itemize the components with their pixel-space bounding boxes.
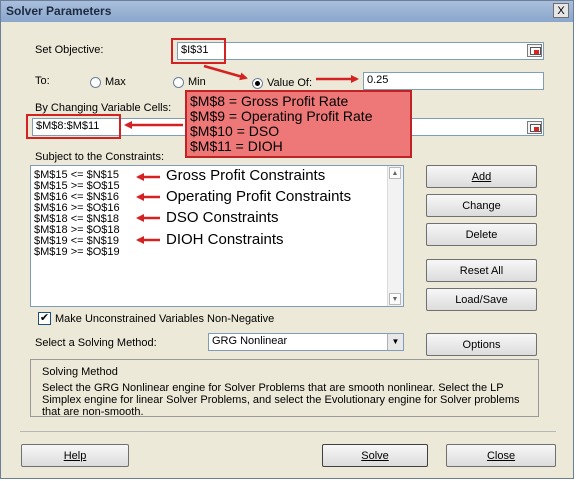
options-button[interactable]: Options	[426, 333, 537, 356]
solving-method-description: Select the GRG Nonlinear engine for Solv…	[42, 382, 520, 418]
max-radio[interactable]	[90, 77, 101, 88]
variables-ref-picker-icon[interactable]	[527, 121, 542, 134]
min-label: Min	[188, 76, 206, 88]
annotation-dso: DSO Constraints	[166, 209, 279, 226]
value-of-label: Value Of:	[267, 77, 313, 89]
constraints-scrollbar[interactable]: ▲ ▼	[387, 166, 403, 306]
delete-button[interactable]: Delete	[426, 223, 537, 246]
objective-ref-picker-icon[interactable]	[527, 44, 542, 57]
chevron-down-icon[interactable]: ▼	[387, 334, 403, 350]
callout-line: $M$8 = Gross Profit Rate	[190, 93, 349, 109]
min-radio[interactable]	[173, 77, 184, 88]
solving-method-group: Solving Method Select the GRG Nonlinear …	[30, 359, 539, 418]
solving-method-group-title: Solving Method	[42, 366, 118, 378]
set-objective-input[interactable]: $I$31	[177, 42, 544, 60]
set-objective-label: Set Objective:	[35, 44, 104, 56]
variables-highlight	[26, 114, 121, 139]
objective-highlight	[171, 38, 226, 64]
close-window-icon[interactable]: X	[553, 3, 569, 18]
solver-dialog: Solver Parameters X Set Objective: $I$31…	[0, 0, 574, 479]
non-negative-label: Make Unconstrained Variables Non-Negativ…	[55, 313, 275, 325]
max-label: Max	[105, 76, 126, 88]
title-bar: Solver Parameters X	[1, 1, 573, 22]
solving-method-select[interactable]: GRG Nonlinear ▼	[208, 333, 404, 351]
constraint-item[interactable]: $M$19 >= $O$19	[34, 246, 120, 258]
value-of-input[interactable]: 0.25	[363, 72, 544, 90]
dialog-title: Solver Parameters	[6, 4, 112, 18]
scroll-up-icon[interactable]: ▲	[389, 167, 401, 179]
add-button[interactable]: Add	[426, 165, 537, 188]
callout-line: $M$11 = DIOH	[190, 138, 283, 154]
solving-method-value: GRG Nonlinear	[212, 335, 288, 347]
solving-method-label: Select a Solving Method:	[35, 337, 157, 349]
solve-button[interactable]: Solve	[322, 444, 428, 467]
load-save-button[interactable]: Load/Save	[426, 288, 537, 311]
callout-line: $M$10 = DSO	[190, 123, 280, 139]
help-button[interactable]: Help	[21, 444, 129, 467]
non-negative-checkbox[interactable]: ✔	[38, 312, 51, 325]
change-button[interactable]: Change	[426, 194, 537, 217]
annotation-gross-profit: Gross Profit Constraints	[166, 167, 326, 184]
close-button[interactable]: Close	[446, 444, 556, 467]
constraints-label: Subject to the Constraints:	[35, 151, 165, 163]
to-label: To:	[35, 75, 50, 87]
scroll-down-icon[interactable]: ▼	[389, 293, 401, 305]
callout-line: $M$9 = Operating Profit Rate	[190, 108, 373, 124]
value-of-radio[interactable]	[252, 78, 263, 89]
annotation-dioh: DIOH Constraints	[166, 231, 284, 248]
annotation-operating-profit: Operating Profit Constraints	[166, 188, 352, 205]
variable-cells-label: By Changing Variable Cells:	[35, 102, 172, 114]
reset-all-button[interactable]: Reset All	[426, 259, 537, 282]
bottom-separator	[20, 431, 556, 432]
variable-cells-callout: $M$8 = Gross Profit Rate $M$9 = Operatin…	[185, 90, 412, 158]
